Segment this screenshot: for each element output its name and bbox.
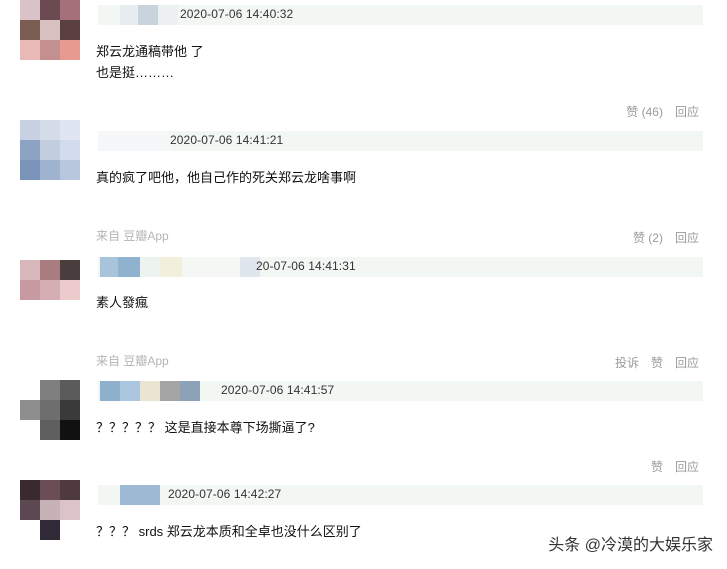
comment-text: 郑云龙通稿带他 了 xyxy=(96,44,204,59)
comment-header: 2020-07-06 14:42:27 xyxy=(98,485,703,505)
report-button[interactable]: 投诉 xyxy=(615,354,639,371)
comment-text: 真的疯了吧他，他自己作的死关郑云龙啥事啊 xyxy=(96,170,357,185)
username-blurred[interactable] xyxy=(120,485,160,505)
reply-button[interactable]: 回应 xyxy=(675,458,699,475)
timestamp: 2020-07-06 14:40:32 xyxy=(180,7,294,21)
username-blurred[interactable] xyxy=(100,257,260,277)
avatar[interactable] xyxy=(20,120,80,180)
comment-feed: 2020-07-06 14:40:32 郑云龙通稿带他 了 也是挺……… 赞 (… xyxy=(0,0,727,569)
like-button[interactable]: 赞 xyxy=(651,458,663,475)
comment-header: 2020-07-06 14:41:57 xyxy=(98,381,703,401)
avatar[interactable] xyxy=(20,380,80,440)
comment-actions: 赞 (46) 回应 xyxy=(626,103,699,120)
username-blurred[interactable] xyxy=(98,131,170,151)
like-button[interactable]: 赞 xyxy=(651,354,663,371)
comment-header: 20-07-06 14:41:31 xyxy=(98,257,703,277)
watermark: 头条 @冷漠的大娱乐家 xyxy=(548,537,713,554)
comment-text: ？？？？？ 这是直接本尊下场撕逼了? xyxy=(96,420,315,435)
comment-header: 2020-07-06 14:41:21 xyxy=(98,131,703,151)
avatar[interactable] xyxy=(20,260,80,320)
like-button[interactable]: 赞 (2) xyxy=(633,229,663,246)
comment-source: 来自 豆瓣App xyxy=(96,229,169,243)
reply-button[interactable]: 回应 xyxy=(675,229,699,246)
avatar[interactable] xyxy=(20,480,80,540)
comment-actions: 投诉 赞 回应 xyxy=(615,354,699,371)
reply-button[interactable]: 回应 xyxy=(675,103,699,120)
timestamp: 2020-07-06 14:41:21 xyxy=(170,133,284,147)
username-blurred[interactable] xyxy=(100,381,200,401)
username-blurred[interactable] xyxy=(120,5,178,25)
timestamp: 2020-07-06 14:41:57 xyxy=(221,383,335,397)
comment-text: ？？？ srds 郑云龙本质和全卓也没什么区别了 xyxy=(96,524,362,539)
avatar[interactable] xyxy=(20,0,80,60)
comment-text: 也是挺……… xyxy=(96,65,175,80)
timestamp: 2020-07-06 14:42:27 xyxy=(168,487,282,501)
comment-actions: 赞 回应 xyxy=(651,458,699,475)
like-button[interactable]: 赞 (46) xyxy=(626,103,663,120)
reply-button[interactable]: 回应 xyxy=(675,354,699,371)
comment-source: 来自 豆瓣App xyxy=(96,354,169,368)
comment-text: 素人發瘋 xyxy=(96,295,149,310)
comment-actions: 赞 (2) 回应 xyxy=(633,229,699,246)
timestamp: 20-07-06 14:41:31 xyxy=(256,259,356,273)
comment-header: 2020-07-06 14:40:32 xyxy=(98,5,703,25)
